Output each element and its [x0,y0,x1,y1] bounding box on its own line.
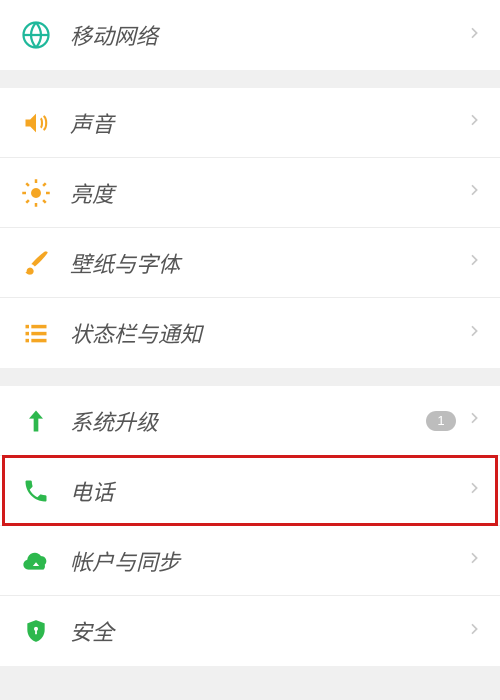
badge: 1 [426,411,456,431]
chevron-right-icon [466,182,482,203]
globe-icon [18,17,54,53]
speaker-icon [18,105,54,141]
chevron-right-icon [466,550,482,571]
chevron-right-icon [466,410,482,431]
cloud-icon [18,543,54,579]
settings-row-phone[interactable]: 电话 [0,456,500,526]
chevron-right-icon [466,112,482,133]
row-label: 系统升级 [70,405,426,437]
settings-row-mobile-network[interactable]: 移动网络 [0,0,500,70]
row-label: 状态栏与通知 [70,317,466,349]
settings-row-brightness[interactable]: 亮度 [0,158,500,228]
row-label: 帐户与同步 [70,545,466,577]
chevron-right-icon [466,480,482,501]
row-label: 亮度 [70,177,466,209]
row-label: 电话 [70,475,466,507]
settings-group: 声音亮度壁纸与字体状态栏与通知 [0,88,500,368]
shield-icon [18,613,54,649]
settings-row-statusbar-notification[interactable]: 状态栏与通知 [0,298,500,368]
settings-group: 移动网络 [0,0,500,70]
brush-icon [18,245,54,281]
settings-row-sound[interactable]: 声音 [0,88,500,158]
list-icon [18,315,54,351]
row-label: 安全 [70,615,466,647]
settings-group: 系统升级1 电话帐户与同步安全 [0,386,500,666]
chevron-right-icon [466,252,482,273]
chevron-right-icon [466,621,482,642]
row-label: 声音 [70,107,466,139]
arrow-up-icon [18,403,54,439]
row-label: 壁纸与字体 [70,247,466,279]
settings-row-wallpaper-font[interactable]: 壁纸与字体 [0,228,500,298]
settings-row-account-sync[interactable]: 帐户与同步 [0,526,500,596]
sun-icon [18,175,54,211]
row-label: 移动网络 [70,19,466,51]
chevron-right-icon [466,25,482,46]
chevron-right-icon [466,323,482,344]
phone-icon [18,473,54,509]
settings-row-system-update[interactable]: 系统升级1 [0,386,500,456]
settings-row-security[interactable]: 安全 [0,596,500,666]
